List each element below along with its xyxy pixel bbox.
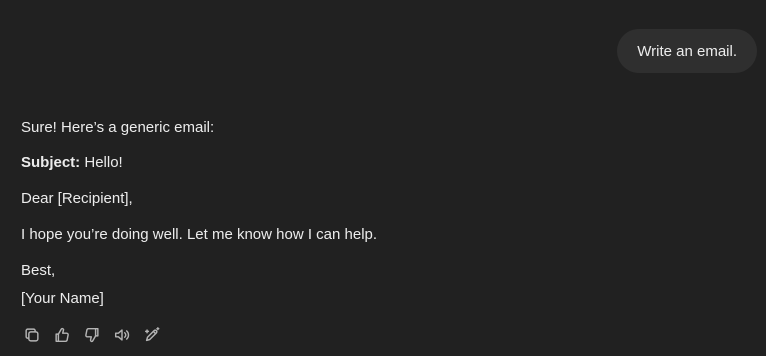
user-message-text: Write an email. xyxy=(637,42,737,60)
pencil-sparkle-icon xyxy=(144,327,160,342)
assistant-intro: Sure! Here’s a generic email: xyxy=(21,119,215,136)
thumbs-down-button[interactable] xyxy=(80,323,104,347)
thumbs-up-icon xyxy=(55,327,69,343)
email-signoff: Best, xyxy=(21,262,56,279)
subject-label: Subject: xyxy=(21,154,81,171)
email-subject-line: Subject: Hello! xyxy=(21,153,123,173)
chat-page: Write an email. Sure! Here’s a generic e… xyxy=(0,0,766,356)
email-body: I hope you’re doing well. Let me know ho… xyxy=(21,226,378,243)
copy-icon xyxy=(25,328,39,342)
email-greeting: Dear [Recipient], xyxy=(21,190,133,207)
speaker-icon xyxy=(114,329,130,341)
thumbs-up-button[interactable] xyxy=(50,323,74,347)
email-signature: [Your Name] xyxy=(21,290,104,307)
copy-button[interactable] xyxy=(20,323,44,347)
edit-button[interactable] xyxy=(140,323,164,347)
user-message-bubble: Write an email. xyxy=(617,29,757,73)
read-aloud-button[interactable] xyxy=(110,323,134,347)
message-actions xyxy=(20,323,164,347)
subject-value: Hello! xyxy=(80,154,123,171)
thumbs-down-icon xyxy=(85,327,99,343)
